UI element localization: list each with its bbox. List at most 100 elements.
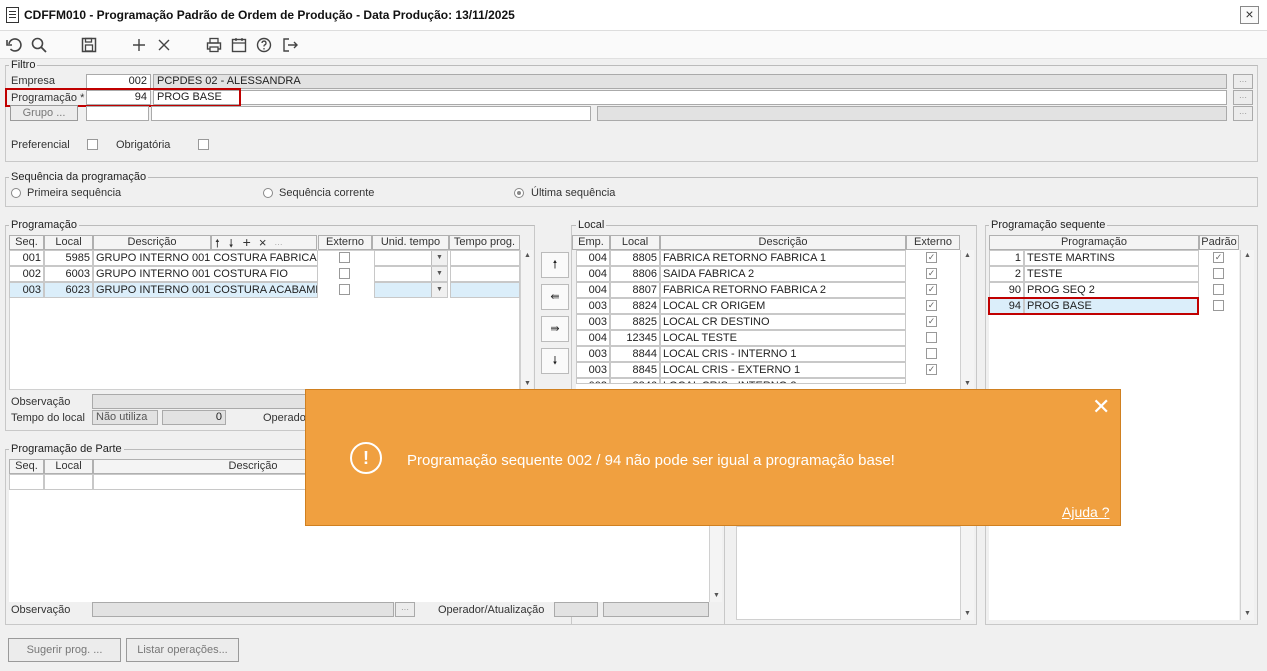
exit-icon[interactable] (279, 34, 301, 56)
local-row-local[interactable]: 8805 (610, 250, 660, 266)
scroll-up-icon[interactable]: ▲ (521, 250, 534, 262)
table-row[interactable] (44, 474, 93, 490)
add-row-icon[interactable]: + (243, 236, 251, 249)
externo-checkbox[interactable] (339, 268, 350, 279)
close-window-button[interactable]: × (1240, 6, 1259, 24)
local-row-emp[interactable]: 003 (576, 298, 610, 314)
local-row-desc[interactable]: FABRICA RETORNO FABRICA 2 (660, 282, 906, 298)
table-row-desc[interactable]: GRUPO INTERNO 001 COSTURA FABRICA (93, 250, 318, 266)
col-local[interactable]: Local (44, 235, 93, 250)
col-local-2[interactable]: Local (610, 235, 660, 250)
padrao-checkbox[interactable] (1213, 284, 1224, 295)
local-row-emp[interactable]: 004 (576, 282, 610, 298)
grupo-button[interactable]: Grupo ... (10, 105, 78, 121)
externo-checkbox[interactable] (339, 284, 350, 295)
local-row-local[interactable]: 12345 (610, 330, 660, 346)
help-icon[interactable] (253, 34, 275, 56)
col-seq[interactable]: Seq. (9, 235, 44, 250)
local-row-emp[interactable]: 003 (576, 314, 610, 330)
externo-checkbox[interactable]: ✓ (926, 252, 937, 263)
externo-checkbox[interactable]: ✓ (926, 300, 937, 311)
seq-row-desc[interactable]: PROG SEQ 2 (1024, 282, 1199, 298)
col-programacao[interactable]: Programação (989, 235, 1199, 250)
externo-checkbox[interactable] (339, 252, 350, 263)
col-externo[interactable]: Externo (318, 235, 372, 250)
scroll-up-icon[interactable]: ▲ (1241, 250, 1254, 262)
local-row-emp[interactable]: 003 (576, 346, 610, 362)
col-unid-tempo[interactable]: Unid. tempo (372, 235, 449, 250)
unid-tempo-select[interactable]: ▼ (374, 266, 448, 282)
local-row-local[interactable]: 8806 (610, 266, 660, 282)
chevron-down-icon[interactable]: ▼ (431, 251, 447, 265)
local-row-desc[interactable]: LOCAL CR ORIGEM (660, 298, 906, 314)
padrao-checkbox[interactable] (1213, 300, 1224, 311)
table-row-local[interactable]: 5985 (44, 250, 93, 266)
close-icon[interactable]: ✕ (1092, 396, 1110, 418)
scroll-up-icon[interactable]: ▲ (961, 250, 974, 262)
add-icon[interactable] (128, 34, 150, 56)
seq-row-desc[interactable]: TESTE MARTINS (1024, 250, 1199, 266)
table-row-seq[interactable]: 002 (9, 266, 44, 282)
undo-icon[interactable] (3, 34, 25, 56)
table-row-seq[interactable]: 001 (9, 250, 44, 266)
listar-operacoes-button[interactable]: Listar operações... (126, 638, 239, 662)
col-seq-parte[interactable]: Seq. (9, 459, 44, 474)
local-row-emp[interactable]: 004 (576, 266, 610, 282)
table-row[interactable] (9, 474, 44, 490)
local-row-local[interactable]: 8825 (610, 314, 660, 330)
col-descricao-2[interactable]: Descrição (660, 235, 906, 250)
tempo-prog-field[interactable] (450, 282, 520, 298)
externo-checkbox[interactable]: ✓ (926, 364, 937, 375)
empresa-code-field[interactable]: 002 (86, 74, 151, 89)
local-row-desc[interactable]: LOCAL CRIS - EXTERNO 1 (660, 362, 906, 378)
col-padrao[interactable]: Padrão (1199, 235, 1239, 250)
seq-row-code[interactable]: 1 (989, 250, 1024, 266)
local-row-emp[interactable]: 003 (576, 378, 610, 384)
local-lower-scrollbar[interactable]: ▼ (960, 526, 974, 620)
col-externo-2[interactable]: Externo (906, 235, 960, 250)
local-row-desc[interactable]: LOCAL CR DESTINO (660, 314, 906, 330)
move-down-button[interactable]: 🠗 (541, 348, 569, 374)
local-scrollbar[interactable]: ▲ ▼ (960, 250, 974, 390)
radio-primeira[interactable] (11, 188, 21, 198)
calendar-icon[interactable] (228, 34, 250, 56)
table-row-desc[interactable]: GRUPO INTERNO 001 COSTURA FIO (93, 266, 318, 282)
seq-row-code[interactable]: 90 (989, 282, 1024, 298)
local-row-local[interactable]: 8824 (610, 298, 660, 314)
local-row-local[interactable]: 8844 (610, 346, 660, 362)
local-row-local[interactable]: 8845 (610, 362, 660, 378)
print-icon[interactable] (203, 34, 225, 56)
col-descricao[interactable]: Descrição (93, 235, 211, 250)
externo-checkbox[interactable] (926, 332, 937, 343)
scroll-down-icon[interactable]: ▼ (961, 608, 974, 620)
tempo-prog-field[interactable] (450, 250, 520, 266)
externo-checkbox[interactable]: ✓ (926, 284, 937, 295)
local-row-desc[interactable]: LOCAL TESTE (660, 330, 906, 346)
search-icon[interactable] (28, 34, 50, 56)
externo-checkbox[interactable]: ✓ (926, 268, 937, 279)
sugerir-prog-button[interactable]: Sugerir prog. ... (8, 638, 121, 662)
empresa-lookup-icon[interactable]: ··· (1233, 74, 1253, 89)
col-tempo-prog[interactable]: Tempo prog. (449, 235, 520, 250)
externo-checkbox[interactable]: ✓ (926, 316, 937, 327)
seq-row-code[interactable]: 2 (989, 266, 1024, 282)
radio-corrente[interactable] (263, 188, 273, 198)
seq-row-desc[interactable]: TESTE (1024, 266, 1199, 282)
programacao-lookup-icon[interactable]: ··· (1233, 90, 1253, 105)
scroll-down-icon[interactable]: ▼ (1241, 608, 1254, 620)
table-row-desc[interactable]: GRUPO INTERNO 001 COSTURA ACABAMENT (93, 282, 318, 298)
col-local-parte[interactable]: Local (44, 459, 93, 474)
local-row-local[interactable]: 8807 (610, 282, 660, 298)
local-row-desc[interactable]: FABRICA RETORNO FABRICA 1 (660, 250, 906, 266)
table-row-seq[interactable]: 003 (9, 282, 44, 298)
col-emp[interactable]: Emp. (572, 235, 610, 250)
grupo-lookup-icon[interactable]: ··· (1233, 106, 1253, 121)
chevron-down-icon[interactable]: ▼ (431, 267, 447, 281)
move-up-icon[interactable]: 🠕 (215, 238, 220, 249)
table-row-local[interactable]: 6023 (44, 282, 93, 298)
unid-tempo-select[interactable]: ▼ (374, 250, 448, 266)
local-row-desc[interactable]: LOCAL CRIS - INTERNO 2 (660, 378, 906, 384)
move-right-button[interactable]: ⇛ (541, 316, 569, 342)
padrao-checkbox[interactable] (1213, 268, 1224, 279)
local-row-emp[interactable]: 003 (576, 362, 610, 378)
